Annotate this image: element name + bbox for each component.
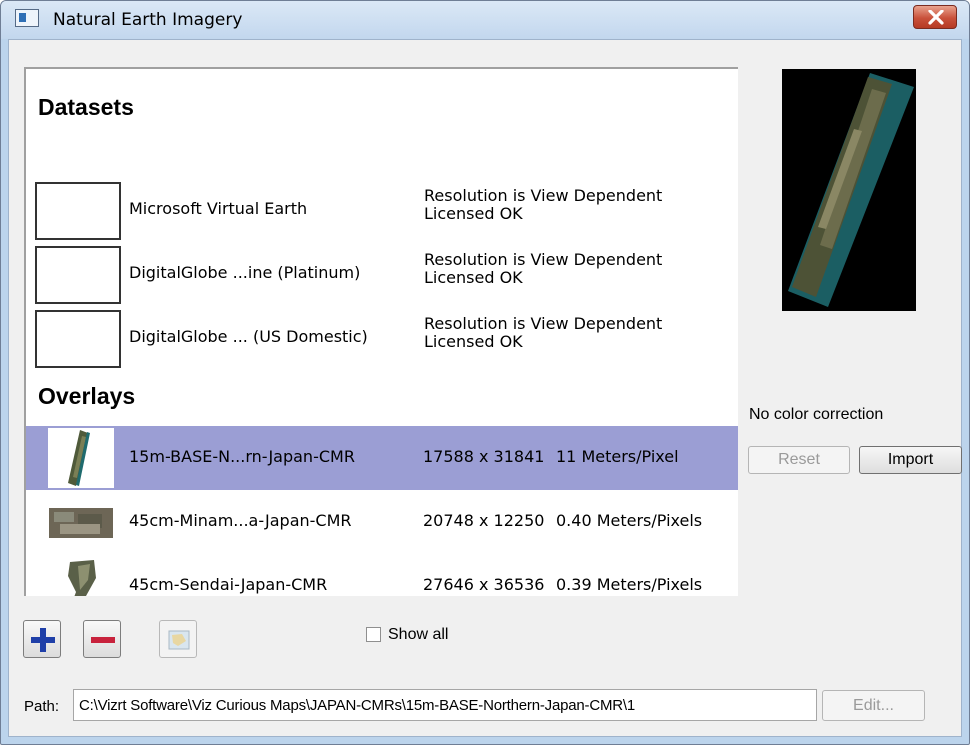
dataset-license: Licensed OK [424, 204, 523, 223]
overlay-name: 15m-BASE-N...rn-Japan-CMR [129, 447, 355, 466]
datasets-heading: Datasets [38, 94, 134, 120]
remove-overlay-button[interactable] [83, 620, 121, 658]
minus-icon [91, 637, 115, 643]
add-overlay-button[interactable] [23, 620, 61, 658]
show-all-checkbox[interactable] [366, 627, 381, 642]
overlay-dimensions: 17588 x 31841 [423, 447, 545, 466]
natural-earth-imagery-window: Natural Earth Imagery Datasets Microsoft… [0, 0, 970, 745]
import-button[interactable]: Import [859, 446, 962, 474]
plus-icon [31, 628, 55, 652]
overlay-resolution: 11 Meters/Pixel [556, 447, 679, 466]
color-correction-status: No color correction [749, 406, 884, 423]
dataset-name: DigitalGlobe ...ine (Platinum) [129, 263, 361, 282]
dataset-license: Licensed OK [424, 332, 523, 351]
dataset-thumbnail [35, 182, 121, 240]
show-all-label: Show all [388, 626, 449, 643]
overlay-name: 45cm-Minam...a-Japan-CMR [129, 511, 352, 530]
dialog-body: Datasets Microsoft Virtual Earth Resolut… [8, 39, 962, 737]
dataset-resolution: Resolution is View Dependent [424, 186, 663, 205]
overlay-row[interactable]: 45cm-Minam...a-Japan-CMR 20748 x 12250 0… [26, 490, 738, 554]
path-value: C:\Vizrt Software\Viz Curious Maps\JAPAN… [79, 697, 635, 714]
overlays-heading: Overlays [38, 383, 136, 409]
imagery-preview [782, 69, 916, 311]
map-button[interactable] [159, 620, 197, 658]
overlay-row[interactable]: 45cm-Sendai-Japan-CMR 27646 x 36536 0.39… [26, 554, 738, 596]
edit-button[interactable]: Edit... [822, 690, 925, 721]
dataset-row[interactable]: Microsoft Virtual Earth Resolution is Vi… [26, 179, 738, 243]
close-button[interactable] [913, 5, 957, 29]
dataset-resolution: Resolution is View Dependent [424, 314, 663, 333]
overlay-dimensions: 20748 x 12250 [423, 511, 545, 530]
overlay-thumbnail [48, 428, 114, 488]
dataset-name: DigitalGlobe ... (US Domestic) [129, 327, 368, 346]
overlay-resolution: 0.39 Meters/Pixels [556, 575, 703, 594]
path-label: Path: [24, 698, 60, 715]
close-icon [928, 10, 944, 25]
overlay-dimensions: 27646 x 36536 [423, 575, 545, 594]
path-field[interactable]: C:\Vizrt Software\Viz Curious Maps\JAPAN… [73, 689, 817, 721]
imagery-list[interactable]: Datasets Microsoft Virtual Earth Resolut… [24, 67, 738, 596]
map-icon [168, 630, 190, 650]
dataset-license: Licensed OK [424, 268, 523, 287]
overlay-resolution: 0.40 Meters/Pixels [556, 511, 703, 530]
dataset-thumbnail [35, 246, 121, 304]
dataset-row[interactable]: DigitalGlobe ... (US Domestic) Resolutio… [26, 307, 738, 371]
dataset-row[interactable]: DigitalGlobe ...ine (Platinum) Resolutio… [26, 243, 738, 307]
app-icon [15, 9, 39, 27]
reset-button[interactable]: Reset [748, 446, 850, 474]
dataset-name: Microsoft Virtual Earth [129, 199, 308, 218]
overlay-thumbnail [48, 556, 114, 596]
dataset-resolution: Resolution is View Dependent [424, 250, 663, 269]
overlay-row[interactable]: 15m-BASE-N...rn-Japan-CMR 17588 x 31841 … [26, 426, 738, 490]
title-bar[interactable]: Natural Earth Imagery [1, 1, 969, 39]
overlay-thumbnail [48, 492, 114, 552]
window-title: Natural Earth Imagery [53, 10, 243, 30]
dataset-thumbnail [35, 310, 121, 368]
overlay-name: 45cm-Sendai-Japan-CMR [129, 575, 328, 594]
